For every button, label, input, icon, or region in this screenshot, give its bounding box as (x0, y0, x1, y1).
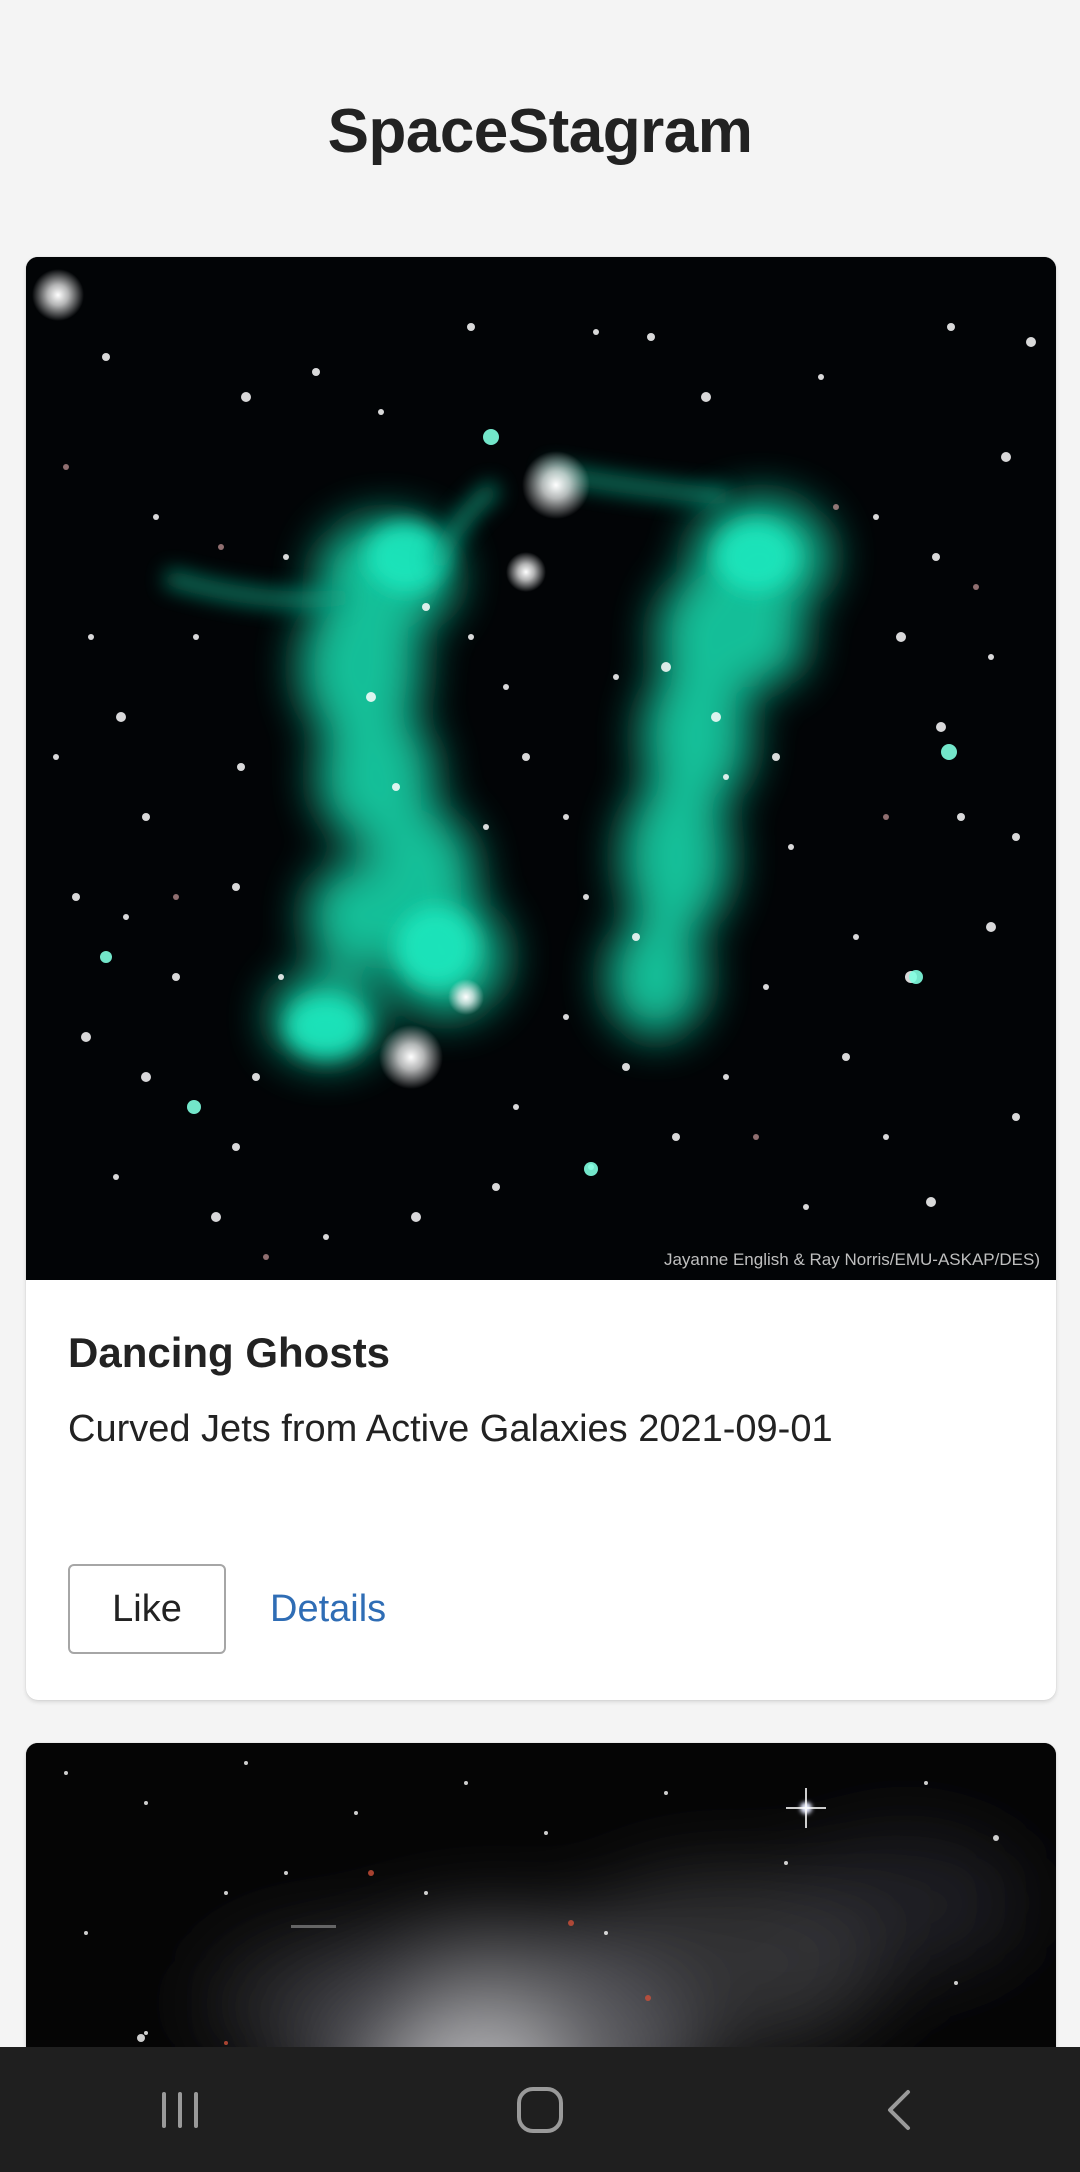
details-link[interactable]: Details (270, 1588, 386, 1631)
recents-icon (162, 2091, 198, 2128)
like-button[interactable]: Like (68, 1564, 226, 1654)
image-credit: Jayanne English & Ray Norris/EMU-ASKAP/D… (663, 1250, 1040, 1269)
post-card: Jayanne English & Ray Norris/EMU-ASKAP/D… (26, 257, 1056, 1700)
post-body: Dancing Ghosts Curved Jets from Active G… (26, 1328, 1056, 1454)
post-subtitle: Curved Jets from Active Galaxies 2021-09… (68, 1408, 833, 1451)
recents-button[interactable] (80, 2055, 280, 2165)
galaxy-jets-image (26, 257, 1056, 1280)
post-title: Dancing Ghosts (68, 1329, 391, 1376)
app-title: SpaceStagram (327, 97, 753, 166)
home-icon (517, 2086, 563, 2133)
post-image[interactable]: Jayanne English & Ray Norris/EMU-ASKAP/D… (26, 257, 1056, 1280)
back-button[interactable] (800, 2055, 1000, 2165)
navigation-bar (0, 2047, 1080, 2172)
app-screen: SpaceStagram Jayanne English & Ray Norri… (0, 0, 1080, 2172)
post-actions: Like Details (68, 1564, 386, 1654)
back-icon (888, 2089, 910, 2130)
home-button[interactable] (440, 2055, 640, 2165)
